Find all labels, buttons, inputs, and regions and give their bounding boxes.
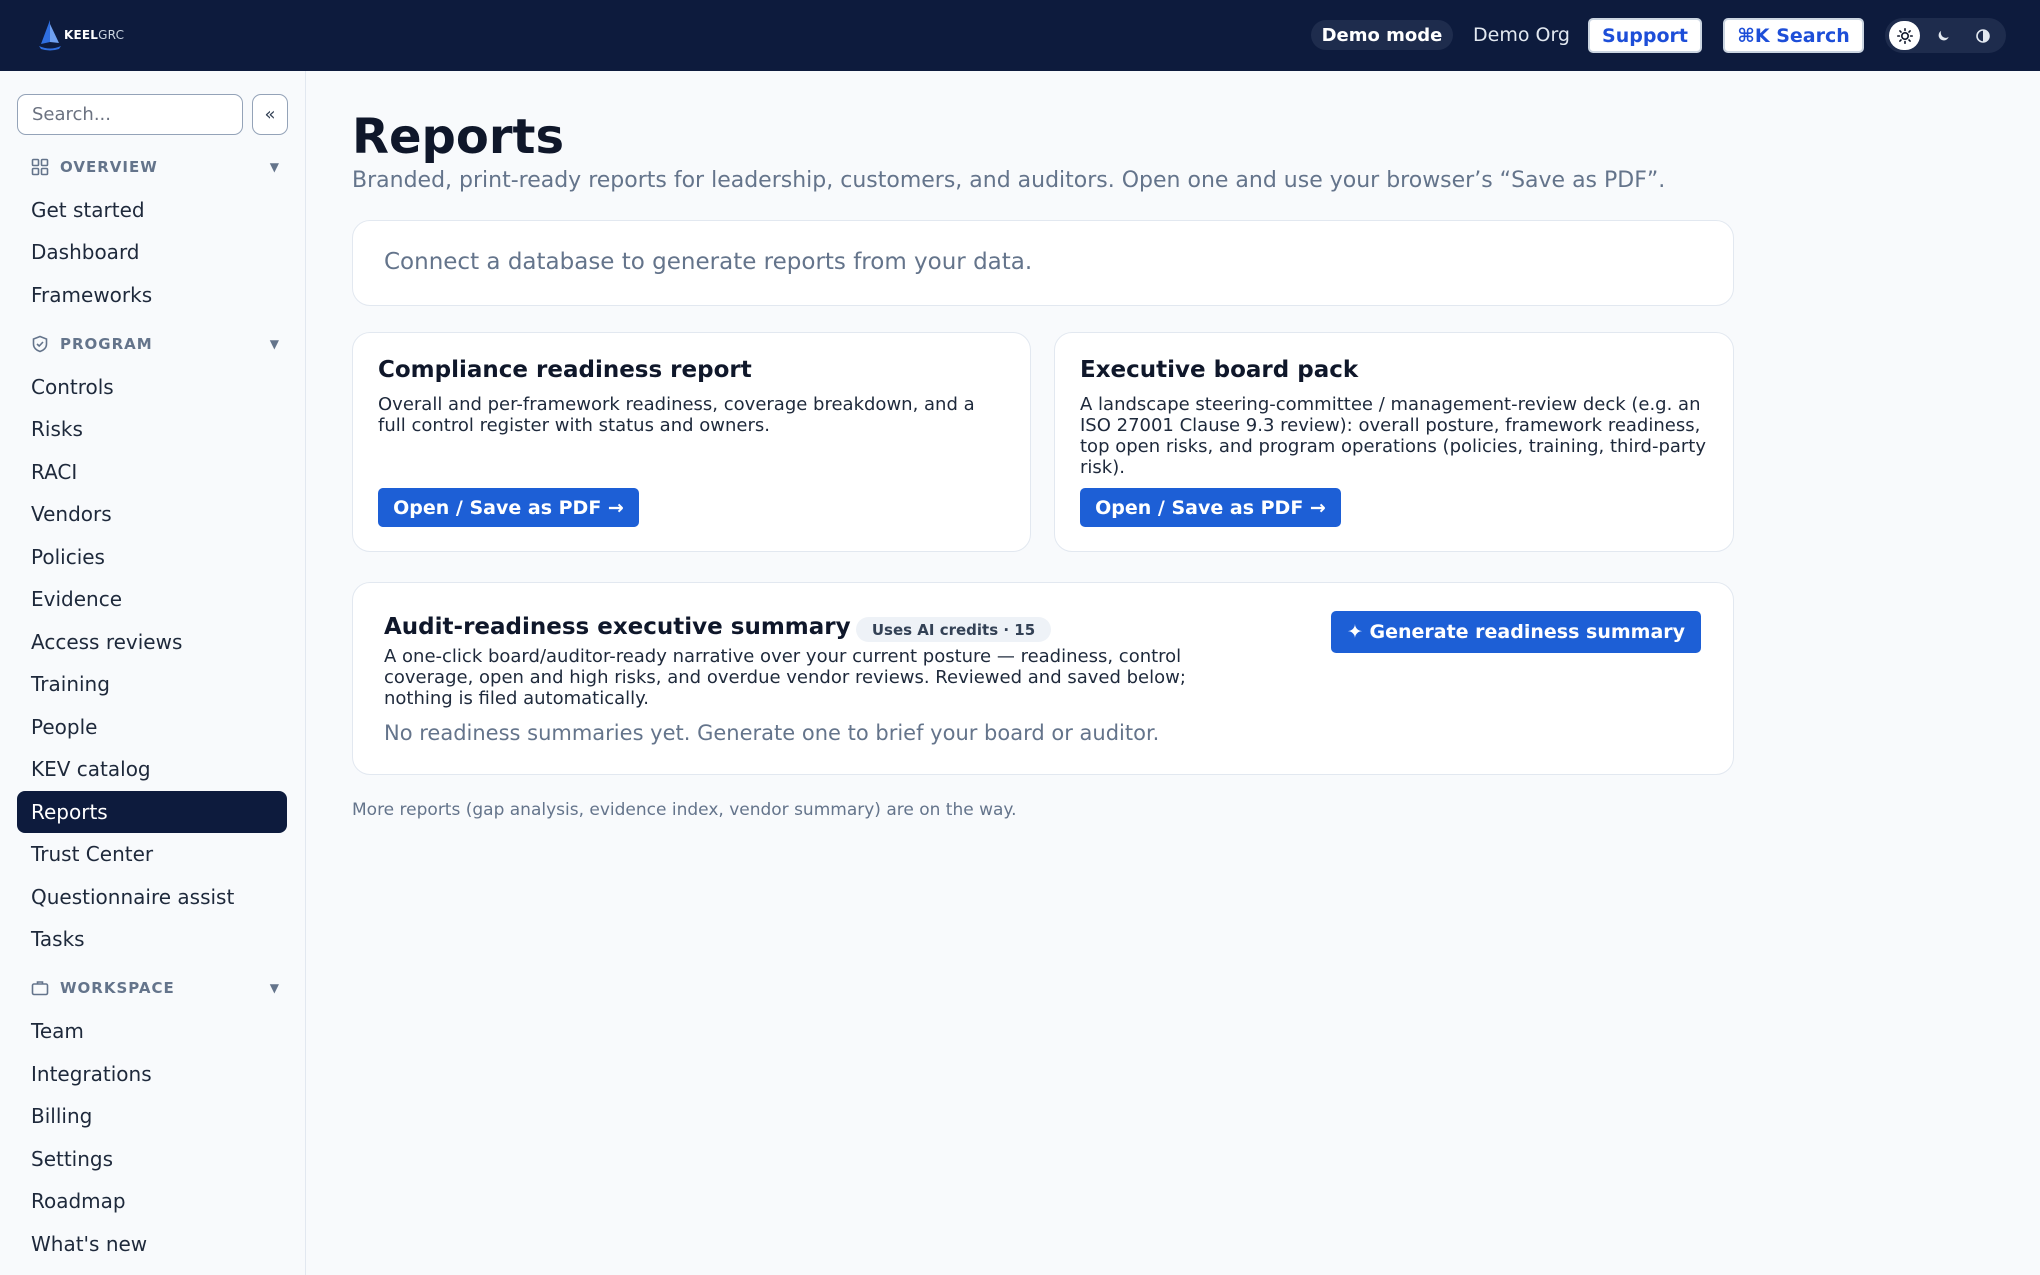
more-reports-note: More reports (gap analysis, evidence ind… <box>352 800 1017 820</box>
sun-icon[interactable] <box>1889 21 1920 50</box>
chevron-down-icon: ▼ <box>269 337 280 351</box>
sidebar-item-team[interactable]: Team <box>17 1010 287 1052</box>
sidebar-item-policies[interactable]: Policies <box>17 536 287 578</box>
sidebar-item-tasks[interactable]: Tasks <box>17 918 287 960</box>
sidebar-item-reports[interactable]: Reports <box>17 791 287 833</box>
card-title: Executive board pack <box>1080 357 1359 383</box>
database-notice: Connect a database to generate reports f… <box>352 220 1734 306</box>
sidebar-item-whats-new[interactable]: What's new <box>17 1223 287 1265</box>
collapse-sidebar-button[interactable]: « <box>252 94 288 135</box>
compliance-readiness-card: Compliance readiness report Overall and … <box>352 332 1031 552</box>
demo-mode-badge: Demo mode <box>1311 20 1453 50</box>
page-title: Reports <box>352 109 565 165</box>
chevron-down-icon: ▼ <box>269 981 280 995</box>
section-workspace[interactable]: WORKSPACE ▼ <box>30 976 280 1000</box>
briefcase-icon <box>30 978 50 998</box>
card-title: Audit-readiness executive summary <box>384 614 851 640</box>
section-overview[interactable]: OVERVIEW ▼ <box>30 155 280 179</box>
contrast-icon[interactable] <box>1967 21 1998 50</box>
ai-credits-badge: Uses AI credits · 15 <box>856 617 1051 642</box>
sidebar-item-raci[interactable]: RACI <box>17 451 287 493</box>
sidebar-item-get-started[interactable]: Get started <box>17 189 287 231</box>
moon-icon[interactable] <box>1928 21 1959 50</box>
card-description: A landscape steering-committee / managem… <box>1080 394 1707 478</box>
open-board-pack-button[interactable]: Open / Save as PDF → <box>1080 488 1341 527</box>
sidebar-item-trust-center[interactable]: Trust Center <box>17 833 287 875</box>
audit-readiness-summary-card: Audit-readiness executive summary Uses A… <box>352 582 1734 775</box>
sidebar-item-vendors[interactable]: Vendors <box>17 493 287 535</box>
app-logo[interactable]: KEELGRC <box>38 18 124 52</box>
section-title: OVERVIEW <box>60 158 158 176</box>
top-bar: KEELGRC Demo mode Demo Org Support ⌘K Se… <box>0 0 2040 71</box>
card-description: A one-click board/auditor-ready narrativ… <box>384 646 1186 709</box>
sidebar-item-dashboard[interactable]: Dashboard <box>17 231 287 273</box>
sidebar-item-integrations[interactable]: Integrations <box>17 1053 287 1095</box>
card-title: Compliance readiness report <box>378 357 752 383</box>
sidebar-item-kev-catalog[interactable]: KEV catalog <box>17 748 287 790</box>
sidebar-item-controls[interactable]: Controls <box>17 366 287 408</box>
card-description: Overall and per-framework readiness, cov… <box>378 394 975 436</box>
sail-logo-icon <box>39 20 61 51</box>
grid-icon <box>30 157 50 177</box>
empty-state-text: No readiness summaries yet. Generate one… <box>384 721 1160 745</box>
chevron-down-icon: ▼ <box>269 160 280 174</box>
theme-switcher <box>1885 18 2006 53</box>
command-search-button[interactable]: ⌘K Search <box>1723 18 1864 53</box>
sidebar-item-risks[interactable]: Risks <box>17 408 287 450</box>
sidebar: « OVERVIEW ▼ Get started Dashboard Frame… <box>0 71 306 1275</box>
section-title: WORKSPACE <box>60 979 175 997</box>
org-name[interactable]: Demo Org <box>1473 20 1570 50</box>
executive-board-pack-card: Executive board pack A landscape steerin… <box>1054 332 1734 552</box>
sidebar-item-access-reviews[interactable]: Access reviews <box>17 621 287 663</box>
sidebar-item-training[interactable]: Training <box>17 663 287 705</box>
sidebar-item-questionnaire-assist[interactable]: Questionnaire assist <box>17 876 287 918</box>
support-button[interactable]: Support <box>1588 18 1702 53</box>
sidebar-item-roadmap[interactable]: Roadmap <box>17 1180 287 1222</box>
notice-text: Connect a database to generate reports f… <box>384 249 1033 275</box>
section-program[interactable]: PROGRAM ▼ <box>30 332 280 356</box>
sidebar-item-people[interactable]: People <box>17 706 287 748</box>
section-title: PROGRAM <box>60 335 153 353</box>
sidebar-item-billing[interactable]: Billing <box>17 1095 287 1137</box>
sidebar-item-settings[interactable]: Settings <box>17 1138 287 1180</box>
logo-text: KEELGRC <box>64 28 125 42</box>
generate-readiness-summary-button[interactable]: ✦ Generate readiness summary <box>1331 611 1701 653</box>
sidebar-search-input[interactable] <box>17 94 243 135</box>
page-subtitle: Branded, print-ready reports for leaders… <box>352 168 1666 193</box>
sidebar-item-evidence[interactable]: Evidence <box>17 578 287 620</box>
open-compliance-report-button[interactable]: Open / Save as PDF → <box>378 488 639 527</box>
shield-icon <box>30 334 50 354</box>
sidebar-item-frameworks[interactable]: Frameworks <box>17 274 287 316</box>
